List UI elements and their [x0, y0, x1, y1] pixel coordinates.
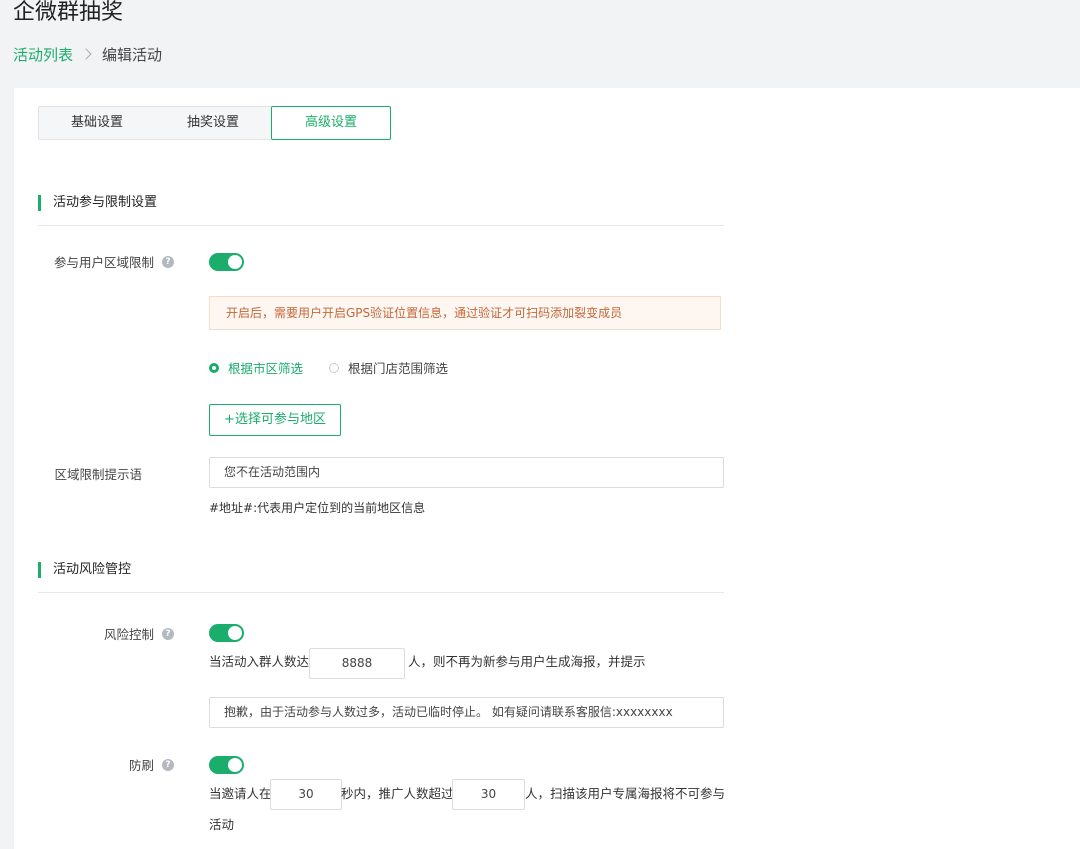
section-divider	[38, 592, 724, 593]
tab-lottery-settings[interactable]: 抽奖设置	[155, 107, 271, 139]
radio-filter-by-city[interactable]: 根据市区筛选	[209, 358, 303, 377]
radio-checked-icon	[209, 362, 219, 373]
settings-panel: 基础设置 抽奖设置 高级设置 活动参与限制设置 参与用户区域限制 ? 开启后，需…	[14, 88, 1080, 849]
anti-brush-label-text: 防刷	[128, 758, 154, 773]
question-icon[interactable]: ?	[162, 758, 174, 771]
anti-brush-text-2: 秒内，推广人数超过	[341, 786, 454, 801]
group-count-input[interactable]: 8888	[309, 648, 405, 679]
radio-unchecked-icon	[329, 362, 340, 373]
anti-brush-text-4: 活动	[209, 817, 235, 832]
radio-label: 根据市区筛选	[228, 361, 304, 376]
people-count-input[interactable]: 30	[452, 779, 525, 810]
page-title: 企微群抽奖	[13, 0, 124, 25]
tab-basic-settings[interactable]: 基础设置	[39, 107, 155, 139]
radio-label: 根据门店范围筛选	[348, 361, 449, 376]
prompt-label: 区域限制提示语	[54, 467, 142, 482]
anti-brush-toggle[interactable]	[209, 756, 244, 774]
section-divider	[38, 225, 724, 226]
risk-text-before: 当活动入群人数达	[209, 654, 310, 669]
address-hint: #地址#:代表用户定位到的当前地区信息	[209, 501, 426, 515]
breadcrumb-activity-list-link[interactable]: 活动列表	[13, 44, 73, 65]
section-title-risk: 活动风险管控	[38, 562, 131, 578]
tab-advanced-settings[interactable]: 高级设置	[271, 106, 391, 140]
region-limit-label-text: 参与用户区域限制	[53, 255, 154, 270]
region-prompt-input[interactable]: 您不在活动范围内	[209, 457, 724, 488]
region-limit-toggle[interactable]	[209, 253, 244, 271]
tab-bar: 基础设置 抽奖设置 高级设置	[38, 106, 391, 140]
toggle-knob	[228, 758, 242, 772]
radio-filter-by-store-range[interactable]: 根据门店范围筛选	[329, 358, 448, 377]
anti-brush-label: 防刷 ?	[129, 755, 174, 774]
section-title-participation: 活动参与限制设置	[38, 195, 157, 211]
region-filter-radio-group: 根据市区筛选 根据门店范围筛选	[209, 358, 474, 377]
risk-control-label: 风险控制 ?	[104, 624, 174, 643]
anti-brush-text-1: 当邀请人在	[209, 786, 272, 801]
toggle-knob	[228, 626, 242, 640]
anti-brush-text-3: 人，扫描该用户专属海报将不可参与	[525, 786, 726, 801]
region-limit-label: 参与用户区域限制 ?	[54, 252, 174, 271]
gps-notice: 开启后，需要用户开启GPS验证位置信息，通过验证才可扫码添加裂变成员	[209, 296, 721, 330]
risk-control-label-text: 风险控制	[103, 627, 154, 642]
breadcrumb: 活动列表 编辑活动	[13, 44, 162, 64]
chevron-right-icon	[80, 48, 92, 60]
risk-control-toggle[interactable]	[209, 624, 244, 642]
question-icon[interactable]: ?	[162, 627, 174, 640]
question-icon[interactable]: ?	[162, 255, 174, 268]
breadcrumb-current: 编辑活动	[102, 45, 163, 64]
toggle-knob	[228, 255, 242, 269]
risk-text-after: 人，则不再为新参与用户生成海报，并提示	[408, 654, 646, 669]
seconds-input[interactable]: 30	[270, 779, 342, 810]
add-region-button[interactable]: +选择可参与地区	[209, 404, 341, 436]
risk-message-input[interactable]: 抱歉，由于活动参与人数过多，活动已临时停止。 如有疑问请联系客服信:xxxxxx…	[209, 697, 724, 728]
